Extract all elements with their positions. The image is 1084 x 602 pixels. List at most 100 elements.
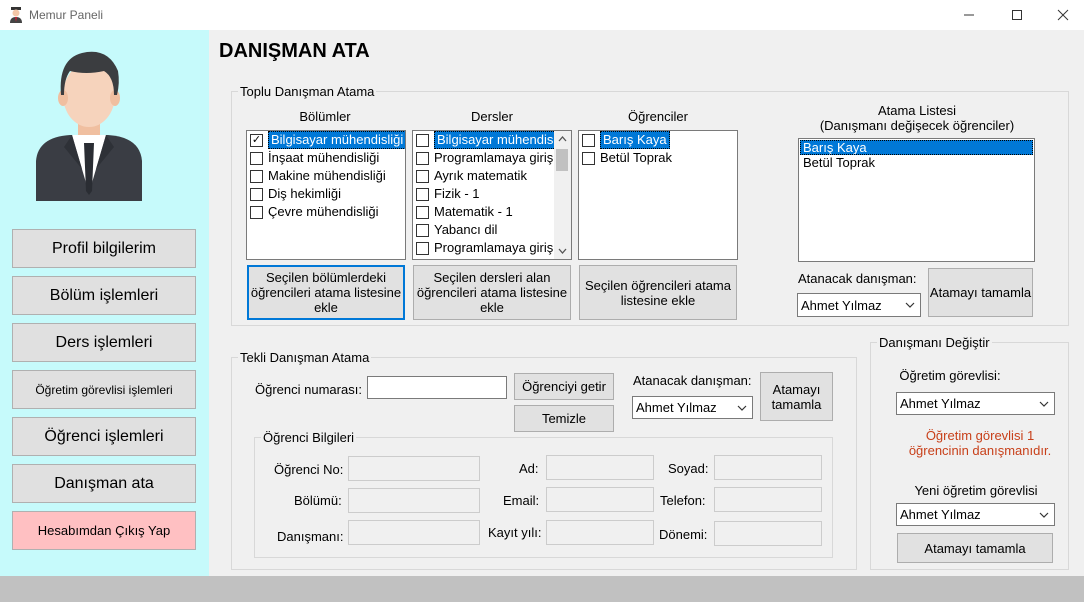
- list-item[interactable]: Barış Kaya: [800, 140, 1033, 155]
- bulk-advisor-label: Atanacak danışman:: [798, 271, 917, 286]
- list-item[interactable]: Betül Toprak: [800, 155, 1033, 170]
- list-item[interactable]: Programlamaya giriş - 2: [413, 239, 554, 257]
- checkbox-icon[interactable]: [250, 151, 263, 165]
- single-advisor-select[interactable]: Ahmet Yılmaz: [632, 396, 753, 419]
- single-advisor-value: Ahmet Yılmaz: [636, 400, 717, 415]
- info-first-name-field: [546, 455, 654, 480]
- info-reg-year-field: [546, 520, 654, 545]
- list-item[interactable]: Matematik - 1: [413, 203, 554, 221]
- list-item-label: İnşaat mühendisliği: [268, 150, 380, 165]
- bulk-complete-button[interactable]: Atamayı tamamla: [928, 268, 1033, 317]
- list-item-label: Bilgisayar mühendisliği: [268, 131, 405, 149]
- bulk-assign-legend: Toplu Danışman Atama: [238, 84, 377, 99]
- info-phone-field: [714, 487, 822, 512]
- list-item[interactable]: Ayrık matematik: [413, 167, 554, 185]
- checkbox-icon[interactable]: [416, 151, 429, 165]
- list-item[interactable]: Bilgisayar mühendisliği: [413, 131, 554, 149]
- change-complete-button[interactable]: Atamayı tamamla: [897, 533, 1053, 563]
- checkbox-icon[interactable]: [416, 169, 429, 183]
- add-courses-button[interactable]: Seçilen dersleri alan öğrencileri atama …: [413, 265, 571, 320]
- window-titlebar: Memur Paneli: [0, 0, 1084, 30]
- new-instructor-select[interactable]: Ahmet Yılmaz: [896, 503, 1055, 526]
- single-advisor-label: Atanacak danışman:: [633, 373, 752, 388]
- info-last-name-label: Soyad:: [668, 461, 709, 476]
- get-student-button[interactable]: Öğrenciyi getir: [514, 373, 614, 400]
- info-term-label: Dönemi:: [659, 527, 708, 542]
- change-instructor-label: Öğretim görevlisi:: [899, 368, 1001, 383]
- checkbox-icon[interactable]: [416, 205, 429, 219]
- info-advisor-field: [348, 520, 480, 545]
- checkbox-icon[interactable]: [250, 169, 263, 183]
- logout-button[interactable]: Hesabımdan Çıkış Yap: [12, 511, 196, 550]
- students-listbox[interactable]: Barış Kaya Betül Toprak: [578, 130, 738, 260]
- add-departments-button[interactable]: Seçilen bölümlerdeki öğrencileri atama l…: [247, 265, 405, 320]
- checkbox-icon[interactable]: [582, 133, 595, 147]
- info-email-field: [546, 487, 654, 512]
- info-advisor-label: Danışmanı:: [277, 529, 344, 544]
- list-item[interactable]: Çevre mühendisliği: [247, 203, 405, 221]
- list-item[interactable]: Fizik - 1: [413, 185, 554, 203]
- sidebar-item-instructors[interactable]: Öğretim görevlisi işlemleri: [12, 370, 196, 409]
- list-item-label: Çevre mühendisliği: [268, 204, 379, 219]
- info-term-field: [714, 521, 822, 546]
- checkbox-icon[interactable]: [416, 133, 429, 147]
- sidebar-item-profile[interactable]: Profil bilgilerim: [12, 229, 196, 268]
- change-advisor-legend: Danışmanı Değiştir: [877, 335, 992, 350]
- courses-scrollbar[interactable]: [554, 131, 571, 259]
- assign-listbox[interactable]: Barış Kaya Betül Toprak: [798, 138, 1035, 262]
- chevron-down-icon: [737, 405, 747, 411]
- checkbox-icon[interactable]: [250, 205, 263, 219]
- checkbox-icon[interactable]: [250, 187, 263, 201]
- checkbox-icon[interactable]: ✓: [250, 133, 263, 147]
- scroll-up-icon[interactable]: [558, 135, 567, 143]
- list-item[interactable]: Barış Kaya: [579, 131, 737, 149]
- close-icon: [1057, 9, 1069, 21]
- window-title: Memur Paneli: [29, 8, 104, 22]
- courses-header: Dersler: [471, 109, 513, 124]
- minimize-button[interactable]: [946, 0, 992, 30]
- list-item-label: Bilgisayar mühendisliği: [434, 131, 554, 149]
- single-complete-button[interactable]: Atamayı tamamla: [760, 372, 833, 421]
- list-item[interactable]: Makine mühendisliği: [247, 167, 405, 185]
- info-student-no-field: [348, 456, 480, 481]
- list-item[interactable]: İnşaat mühendisliği: [247, 149, 405, 167]
- list-item[interactable]: Programlamaya giriş - 1: [413, 149, 554, 167]
- checkbox-icon[interactable]: [416, 223, 429, 237]
- chevron-down-icon: [1039, 512, 1049, 518]
- page-title: DANIŞMAN ATA: [219, 40, 370, 62]
- info-department-label: Bölümü:: [294, 493, 342, 508]
- list-item[interactable]: Diş hekimliği: [247, 185, 405, 203]
- checkbox-icon[interactable]: [416, 241, 429, 255]
- change-instructor-select[interactable]: Ahmet Yılmaz: [896, 392, 1055, 415]
- scroll-down-icon[interactable]: [558, 247, 567, 255]
- bulk-advisor-select[interactable]: Ahmet Yılmaz: [797, 293, 921, 317]
- list-item[interactable]: ✓ Bilgisayar mühendisliği: [247, 131, 405, 149]
- clear-button[interactable]: Temizle: [514, 405, 614, 432]
- sidebar-item-students[interactable]: Öğrenci işlemleri: [12, 417, 196, 456]
- scroll-thumb[interactable]: [556, 149, 568, 171]
- checkbox-icon[interactable]: [582, 151, 595, 165]
- info-email-label: Email:: [503, 493, 540, 508]
- list-item[interactable]: Yabancı dil: [413, 221, 554, 239]
- list-item[interactable]: Betül Toprak: [579, 149, 737, 167]
- info-department-field: [348, 488, 480, 513]
- list-item-label: Matematik - 1: [434, 204, 513, 219]
- sidebar-item-courses[interactable]: Ders işlemleri: [12, 323, 196, 362]
- departments-listbox[interactable]: ✓ Bilgisayar mühendisliği İnşaat mühendisl…: [246, 130, 406, 260]
- sidebar-item-departments[interactable]: Bölüm işlemleri: [12, 276, 196, 315]
- departments-header: Bölümler: [299, 109, 351, 124]
- info-last-name-field: [714, 455, 822, 480]
- student-number-input[interactable]: [367, 376, 507, 399]
- sidebar-item-assign-advisor[interactable]: Danışman ata: [12, 464, 196, 503]
- students-header: Öğrenciler: [628, 109, 688, 124]
- list-item-label: Yabancı dil: [434, 222, 498, 237]
- app-icon: [10, 7, 22, 23]
- close-button[interactable]: [1040, 0, 1084, 30]
- courses-listbox[interactable]: Bilgisayar mühendisliğiProgramlamaya gir…: [412, 130, 572, 260]
- maximize-button[interactable]: [994, 0, 1040, 30]
- change-info-line2: öğrencinin danışmanıdır.: [908, 443, 1052, 458]
- add-students-button[interactable]: Seçilen öğrencileri atama listesine ekle: [579, 265, 737, 320]
- info-reg-year-label: Kayıt yılı:: [488, 525, 542, 540]
- checkbox-icon[interactable]: [416, 187, 429, 201]
- minimize-icon: [964, 14, 974, 16]
